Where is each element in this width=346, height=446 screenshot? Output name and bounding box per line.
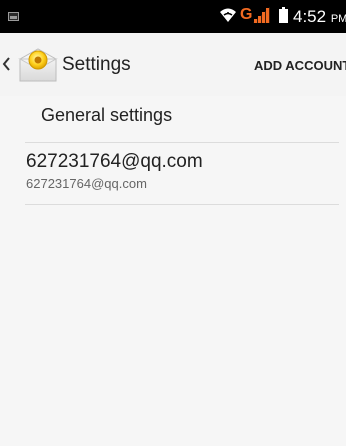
clock-time: 4:52: [293, 7, 327, 26]
clock-ampm: PM: [330, 13, 346, 25]
notification-icon: [8, 12, 19, 21]
wifi-icon: [220, 8, 236, 22]
account-email: 627231764@qq.com: [26, 151, 203, 172]
battery-icon: [279, 7, 288, 23]
status-bar: G 4:52 PM: [0, 0, 346, 33]
network-type-label: G: [240, 6, 253, 23]
clock: 4:52 PM: [293, 7, 346, 27]
chevron-left-icon[interactable]: [0, 51, 14, 77]
general-settings-label: General settings: [41, 105, 173, 125]
account-subtitle: 627231764@qq.com: [26, 176, 147, 191]
divider: [25, 204, 339, 205]
page-title: Settings: [62, 54, 131, 75]
action-bar: Settings ADD ACCOUNT: [0, 33, 346, 96]
signal-strength-icon: [253, 7, 270, 23]
add-account-button[interactable]: ADD ACCOUNT: [254, 58, 346, 73]
general-settings-item[interactable]: General settings: [0, 96, 346, 142]
account-item[interactable]: 627231764@qq.com 627231764@qq.com: [0, 143, 346, 203]
email-app-icon[interactable]: [17, 45, 59, 85]
